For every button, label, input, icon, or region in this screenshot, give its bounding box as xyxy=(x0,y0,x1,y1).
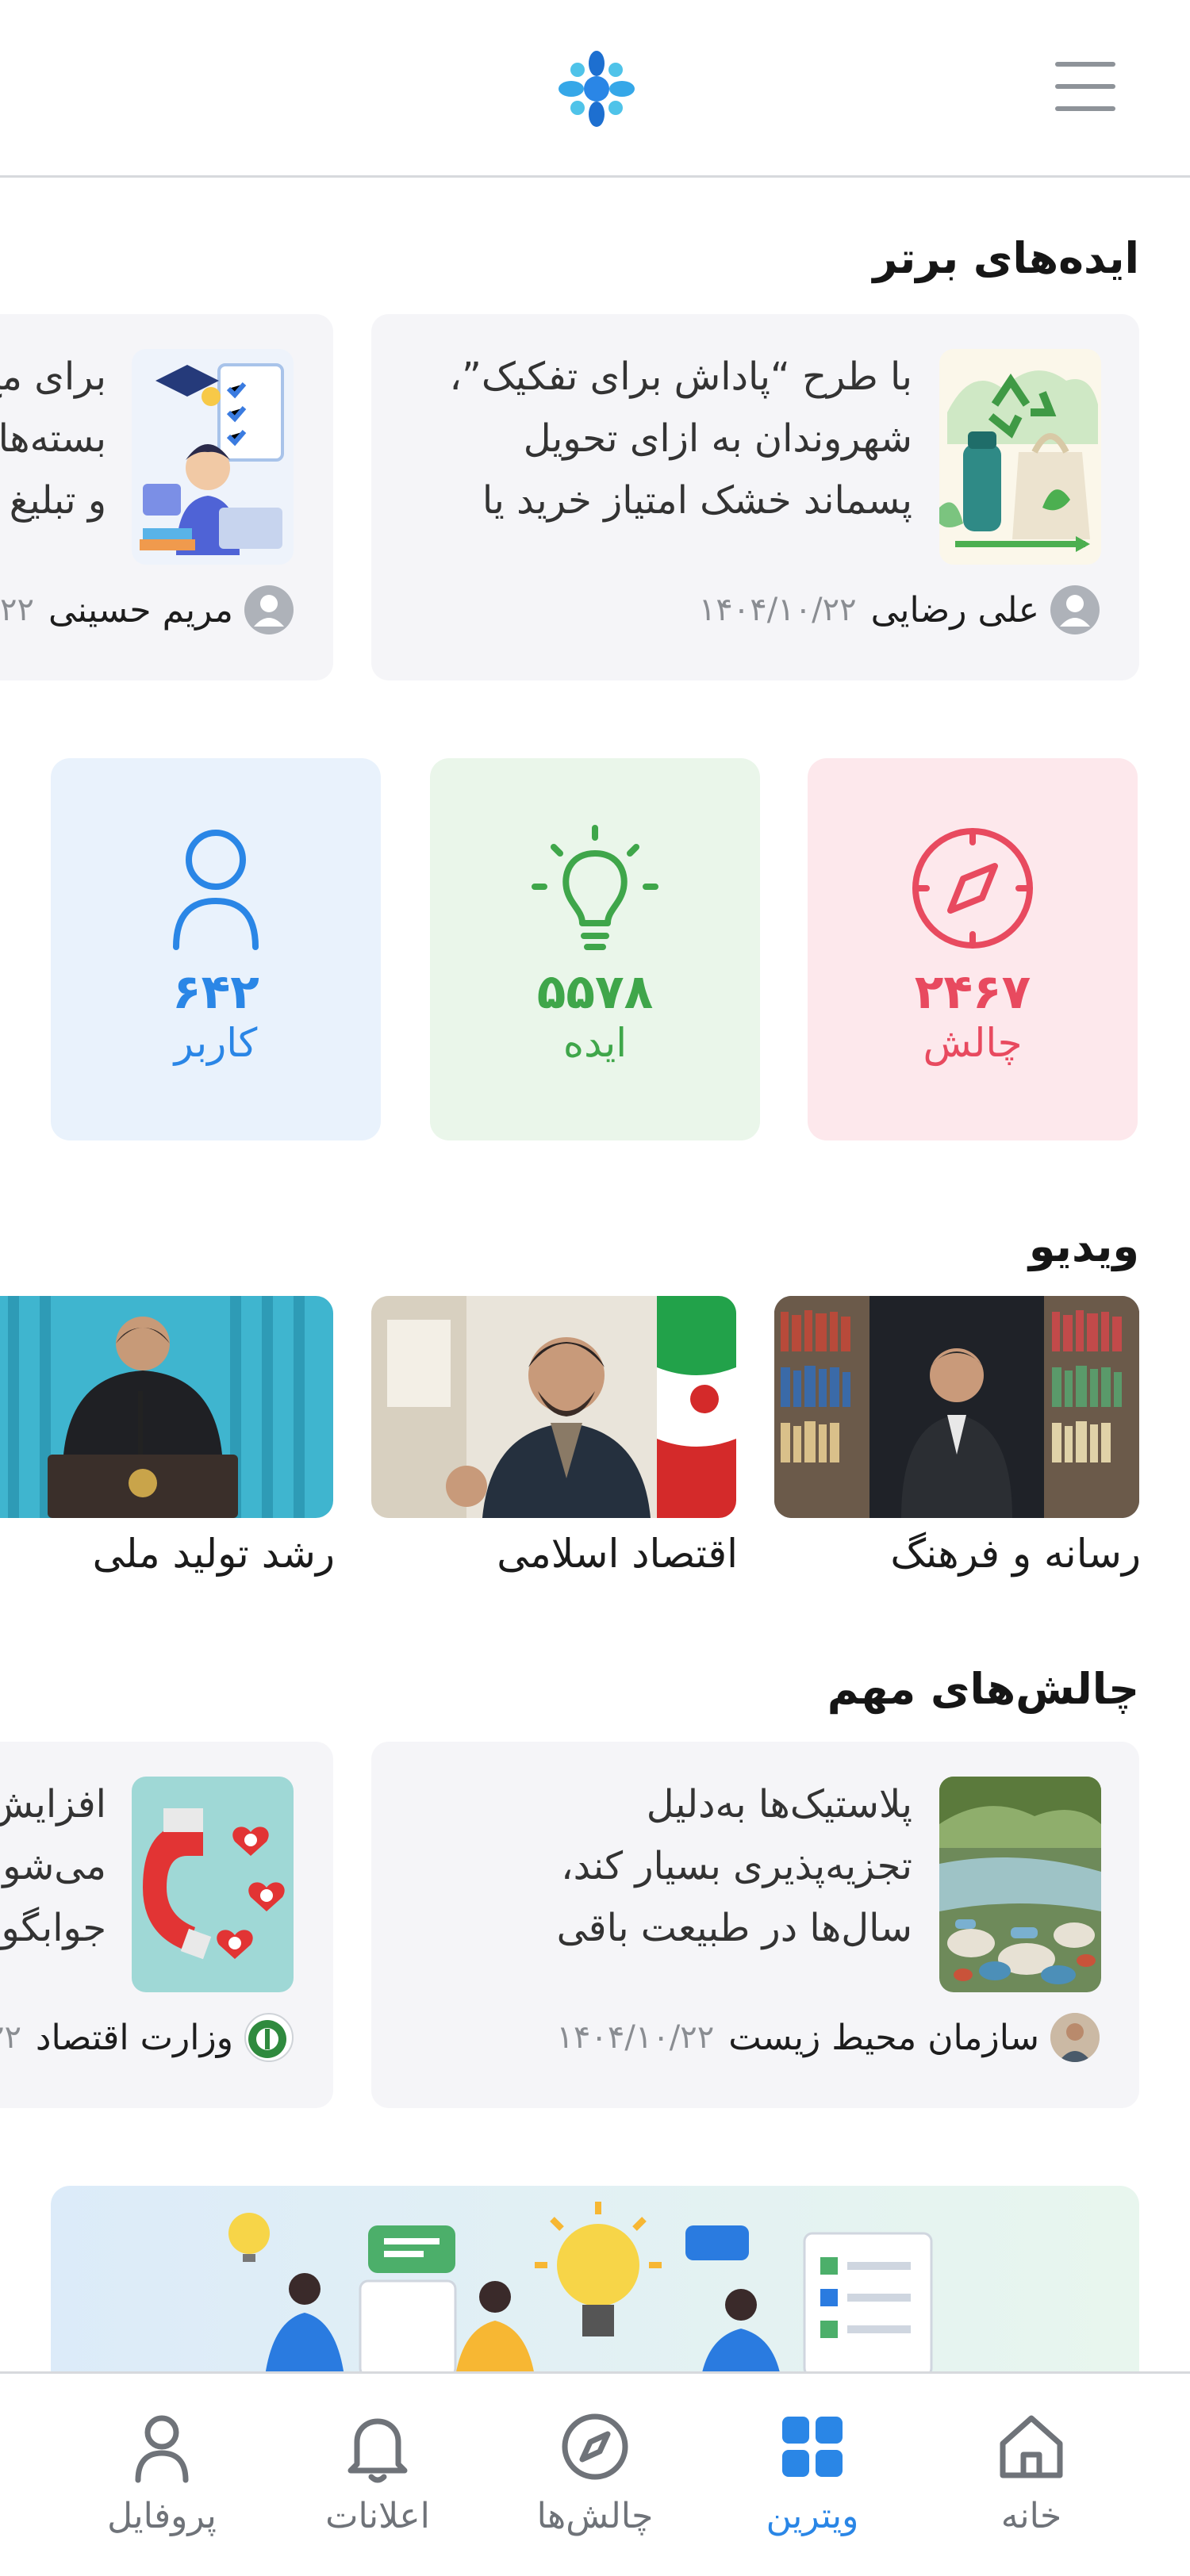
nav-label: اعلانات xyxy=(325,2496,430,2536)
nav-label: خانه xyxy=(1000,2496,1062,2536)
nav-profile[interactable]: پروفایل xyxy=(67,2374,257,2576)
section-title-top-ideas: ایده‌های برتر xyxy=(873,233,1139,283)
idea-author: مریم حسینی ۲۲ xyxy=(0,585,294,634)
nav-label: ویترین xyxy=(766,2496,859,2536)
user-icon xyxy=(152,825,279,952)
nav-label: پروفایل xyxy=(107,2496,217,2536)
idea-description: برای مح بسته‌ها و تبلیغ xyxy=(0,355,106,523)
nav-notifications[interactable]: اعلانات xyxy=(282,2374,473,2576)
stat-users[interactable]: ۶۴۲ کاربر xyxy=(51,758,381,1140)
organization-avatar xyxy=(1050,2013,1100,2062)
stat-value: ۵۵۷۸ xyxy=(536,964,654,1020)
compass-icon xyxy=(557,2409,633,2485)
organization-name: سازمان محیط زیست xyxy=(728,2017,1039,2058)
stat-value: ۶۴۲ xyxy=(172,964,259,1020)
stat-label: کاربر xyxy=(174,1020,258,1066)
section-title-video: ویدیو xyxy=(1028,1221,1139,1271)
author-name: مریم حسینی xyxy=(48,589,233,631)
lightbulb-icon xyxy=(532,825,658,952)
bottom-navigation: خانه ویترین چالش‌ها xyxy=(0,2371,1190,2576)
video-thumbnail[interactable] xyxy=(774,1296,1139,1518)
promo-banner[interactable] xyxy=(51,2186,1139,2376)
section-title-challenges: چالش‌های مهم xyxy=(827,1664,1139,1714)
avatar-placeholder-icon xyxy=(244,585,294,634)
video-caption: رسانه و فرهنگ xyxy=(890,1531,1141,1577)
author-name: علی رضایی xyxy=(870,589,1039,631)
challenge-card[interactable]: افزایش می‌شو جوابگو وزارت اقتصاد ۲۲ xyxy=(0,1742,333,2108)
app-header xyxy=(0,0,1190,178)
challenge-date: ۱۴۰۴/۱۰/۲۲ xyxy=(556,2019,715,2056)
video-caption: اقتصاد اسلامی xyxy=(497,1531,738,1577)
idea-card[interactable]: برای مح بسته‌ها و تبلیغ مریم حسینی ۲۲ xyxy=(0,314,333,680)
idea-card[interactable]: با طرح “پاداش برای تفکیک”، شهروندان به ا… xyxy=(371,314,1139,680)
stat-value: ۲۴۶۷ xyxy=(914,964,1031,1020)
nav-showcase[interactable]: ویترین xyxy=(717,2374,908,2576)
ministry-emblem-icon xyxy=(244,2013,294,2062)
challenge-date: ۲۲ xyxy=(0,2019,21,2056)
idea-date: ۲۲ xyxy=(0,592,34,628)
bell-icon xyxy=(340,2409,416,2485)
grid-icon xyxy=(774,2409,850,2485)
avatar-placeholder-icon xyxy=(1050,585,1100,634)
challenge-card[interactable]: پلاستیک‌ها به‌دلیل تجزیه‌پذیری بسیار کند… xyxy=(371,1742,1139,2108)
nav-home[interactable]: خانه xyxy=(936,2374,1127,2576)
challenge-thumbnail xyxy=(132,1777,294,1992)
user-icon xyxy=(124,2409,200,2485)
idea-thumbnail xyxy=(939,349,1101,565)
challenge-description: افزایش می‌شو جوابگو xyxy=(0,1782,106,1950)
idea-thumbnail xyxy=(132,349,294,565)
compass-icon xyxy=(909,825,1036,952)
idea-date: ۱۴۰۴/۱۰/۲۲ xyxy=(698,592,857,628)
nav-challenges[interactable]: چالش‌ها xyxy=(500,2374,690,2576)
video-thumbnail[interactable] xyxy=(0,1296,333,1518)
stat-challenges[interactable]: ۲۴۶۷ چالش xyxy=(808,758,1138,1140)
hamburger-menu-icon[interactable] xyxy=(1055,62,1115,111)
challenge-author: وزارت اقتصاد ۲۲ xyxy=(0,2013,294,2062)
challenge-author: سازمان محیط زیست ۱۴۰۴/۱۰/۲۲ xyxy=(556,2013,1100,2062)
stat-label: چالش xyxy=(923,1020,1023,1066)
nav-label: چالش‌ها xyxy=(536,2496,654,2536)
video-caption: رشد تولید ملی xyxy=(92,1531,335,1577)
stat-label: ایده xyxy=(562,1020,628,1066)
app-logo-icon[interactable] xyxy=(555,48,638,130)
challenge-description: پلاستیک‌ها به‌دلیل تجزیه‌پذیری بسیار کند… xyxy=(556,1782,912,1950)
idea-description: با طرح “پاداش برای تفکیک”، شهروندان به ا… xyxy=(449,355,912,523)
challenge-thumbnail xyxy=(939,1777,1101,1992)
home-icon xyxy=(993,2409,1069,2485)
organization-name: وزارت اقتصاد xyxy=(35,2017,233,2058)
stat-ideas[interactable]: ۵۵۷۸ ایده xyxy=(430,758,760,1140)
idea-author: علی رضایی ۱۴۰۴/۱۰/۲۲ xyxy=(699,585,1100,634)
video-thumbnail[interactable] xyxy=(371,1296,736,1518)
